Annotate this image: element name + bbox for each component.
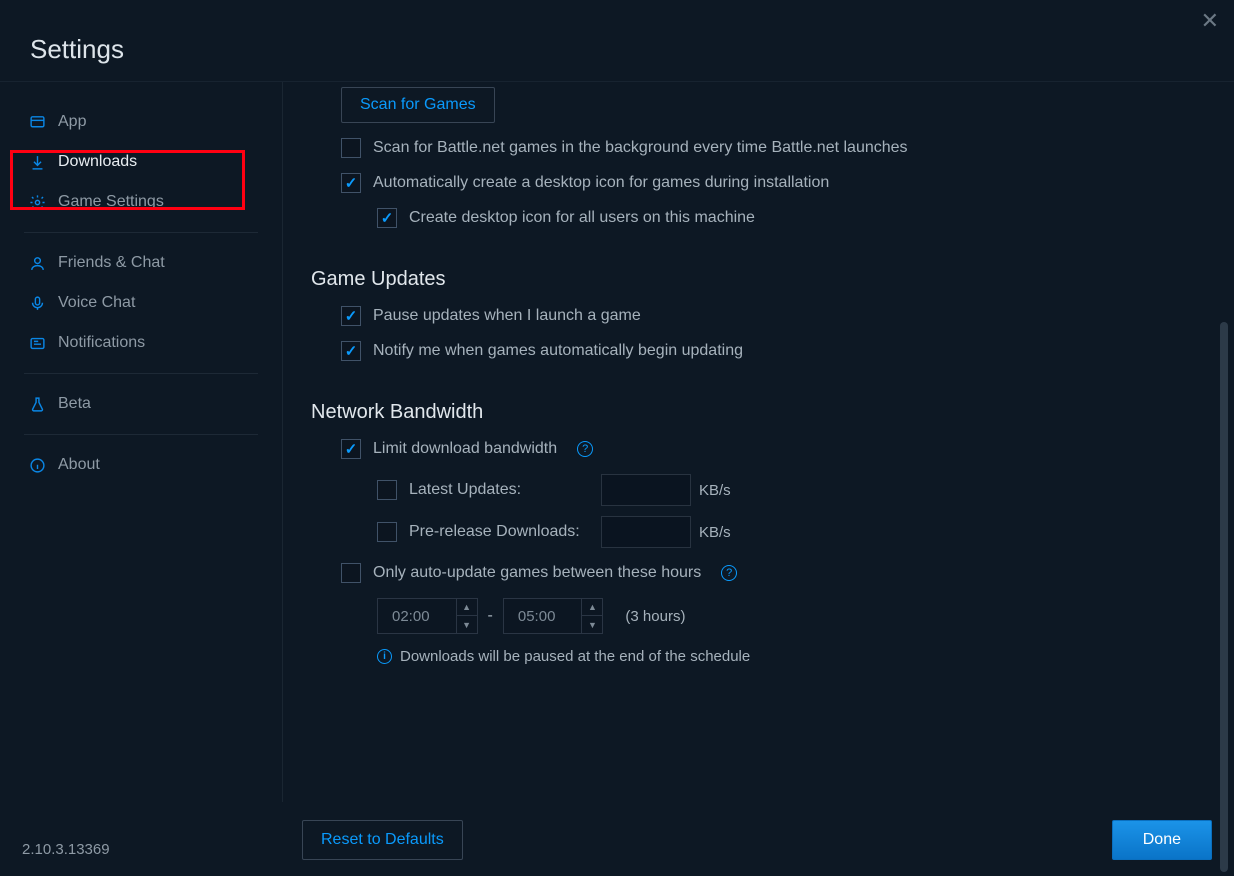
field-latest-updates: Latest Updates: KB/s xyxy=(377,474,1184,506)
duration-label: (3 hours) xyxy=(625,608,685,625)
time-range-row: 02:00 ▲ ▼ - 05:00 ▲ ▼ (3 hours) xyxy=(377,598,1184,634)
field-prerelease-downloads: Pre-release Downloads: KB/s xyxy=(377,516,1184,548)
sidebar-item-friends-chat[interactable]: Friends & Chat xyxy=(0,243,282,283)
content-panel: Scan for Games Scan for Battle.net games… xyxy=(283,82,1234,802)
section-game-updates: Game Updates xyxy=(311,268,1184,291)
checkbox-label: Only auto-update games between these hou… xyxy=(373,564,701,582)
header: Settings ✕ xyxy=(0,0,1234,82)
checkbox-icon[interactable] xyxy=(341,439,361,459)
sidebar-item-downloads[interactable]: Downloads xyxy=(0,142,282,182)
version-label: 2.10.3.13369 xyxy=(22,841,110,858)
spinner[interactable]: ▲ ▼ xyxy=(456,598,477,634)
info-icon xyxy=(28,456,46,474)
info-icon: i xyxy=(377,649,392,664)
section-network-bandwidth: Network Bandwidth xyxy=(311,401,1184,424)
checkbox-notify-updates[interactable]: Notify me when games automatically begin… xyxy=(341,341,1184,361)
done-button[interactable]: Done xyxy=(1112,820,1212,860)
info-text: Downloads will be paused at the end of t… xyxy=(400,648,750,665)
checkbox-label: Limit download bandwidth xyxy=(373,440,557,458)
checkbox-icon[interactable] xyxy=(341,138,361,158)
sidebar: App Downloads Game Settings Friends & Ch… xyxy=(0,82,283,802)
field-label: Latest Updates: xyxy=(409,481,593,499)
sidebar-item-voice-chat[interactable]: Voice Chat xyxy=(0,283,282,323)
main-area: App Downloads Game Settings Friends & Ch… xyxy=(0,82,1234,802)
sidebar-item-label: About xyxy=(58,456,100,474)
time-separator: - xyxy=(488,607,493,625)
time-end-input[interactable]: 05:00 ▲ ▼ xyxy=(503,598,604,634)
checkbox-auto-desktop-icon[interactable]: Automatically create a desktop icon for … xyxy=(341,173,1184,193)
scrollbar[interactable] xyxy=(1220,322,1228,872)
sidebar-item-label: Game Settings xyxy=(58,193,164,211)
sidebar-item-label: Beta xyxy=(58,395,91,413)
prerelease-input[interactable] xyxy=(601,516,691,548)
chevron-down-icon[interactable]: ▼ xyxy=(457,616,477,634)
download-icon xyxy=(28,153,46,171)
scan-games-button[interactable]: Scan for Games xyxy=(341,87,495,123)
sidebar-item-about[interactable]: About xyxy=(0,445,282,485)
unit-label: KB/s xyxy=(699,524,731,541)
flask-icon xyxy=(28,395,46,413)
checkbox-icon[interactable] xyxy=(341,563,361,583)
field-label: Pre-release Downloads: xyxy=(409,523,593,541)
sidebar-item-label: Downloads xyxy=(58,153,137,171)
checkbox-icon[interactable] xyxy=(377,208,397,228)
close-icon[interactable]: ✕ xyxy=(1201,10,1219,32)
time-value: 05:00 xyxy=(504,608,582,625)
checkbox-icon[interactable] xyxy=(377,480,397,500)
sidebar-separator xyxy=(24,373,258,374)
checkbox-icon-all-users[interactable]: Create desktop icon for all users on thi… xyxy=(377,208,1184,228)
sidebar-item-app[interactable]: App xyxy=(0,102,282,142)
notification-icon xyxy=(28,334,46,352)
sidebar-item-label: Friends & Chat xyxy=(58,254,165,272)
time-value: 02:00 xyxy=(378,608,456,625)
sidebar-item-label: Notifications xyxy=(58,334,145,352)
sidebar-item-beta[interactable]: Beta xyxy=(0,384,282,424)
checkbox-icon[interactable] xyxy=(341,306,361,326)
gear-icon xyxy=(28,193,46,211)
page-title: Settings xyxy=(30,34,124,65)
checkbox-label: Create desktop icon for all users on thi… xyxy=(409,209,755,227)
sidebar-separator xyxy=(24,232,258,233)
checkbox-icon[interactable] xyxy=(341,173,361,193)
checkbox-pause-updates[interactable]: Pause updates when I launch a game xyxy=(341,306,1184,326)
checkbox-label: Scan for Battle.net games in the backgro… xyxy=(373,139,908,157)
app-icon xyxy=(28,113,46,131)
checkbox-label: Pause updates when I launch a game xyxy=(373,307,641,325)
latest-updates-input[interactable] xyxy=(601,474,691,506)
reset-defaults-button[interactable]: Reset to Defaults xyxy=(302,820,463,860)
checkbox-icon[interactable] xyxy=(377,522,397,542)
checkbox-limit-bandwidth[interactable]: Limit download bandwidth ? xyxy=(341,439,1184,459)
checkbox-scan-background[interactable]: Scan for Battle.net games in the backgro… xyxy=(341,138,1184,158)
chevron-down-icon[interactable]: ▼ xyxy=(582,616,602,634)
sidebar-item-game-settings[interactable]: Game Settings xyxy=(0,182,282,222)
checkbox-label: Automatically create a desktop icon for … xyxy=(373,174,829,192)
checkbox-icon[interactable] xyxy=(341,341,361,361)
sidebar-item-label: Voice Chat xyxy=(58,294,135,312)
help-icon[interactable]: ? xyxy=(577,441,593,457)
time-start-input[interactable]: 02:00 ▲ ▼ xyxy=(377,598,478,634)
chevron-up-icon[interactable]: ▲ xyxy=(457,598,477,616)
info-schedule-paused: i Downloads will be paused at the end of… xyxy=(377,648,1184,665)
chevron-up-icon[interactable]: ▲ xyxy=(582,598,602,616)
spinner[interactable]: ▲ ▼ xyxy=(581,598,602,634)
sidebar-item-label: App xyxy=(58,113,86,131)
sidebar-separator xyxy=(24,434,258,435)
friends-icon xyxy=(28,254,46,272)
unit-label: KB/s xyxy=(699,482,731,499)
help-icon[interactable]: ? xyxy=(721,565,737,581)
sidebar-item-notifications[interactable]: Notifications xyxy=(0,323,282,363)
checkbox-auto-update-hours[interactable]: Only auto-update games between these hou… xyxy=(341,563,1184,583)
mic-icon xyxy=(28,294,46,312)
checkbox-label: Notify me when games automatically begin… xyxy=(373,342,743,360)
